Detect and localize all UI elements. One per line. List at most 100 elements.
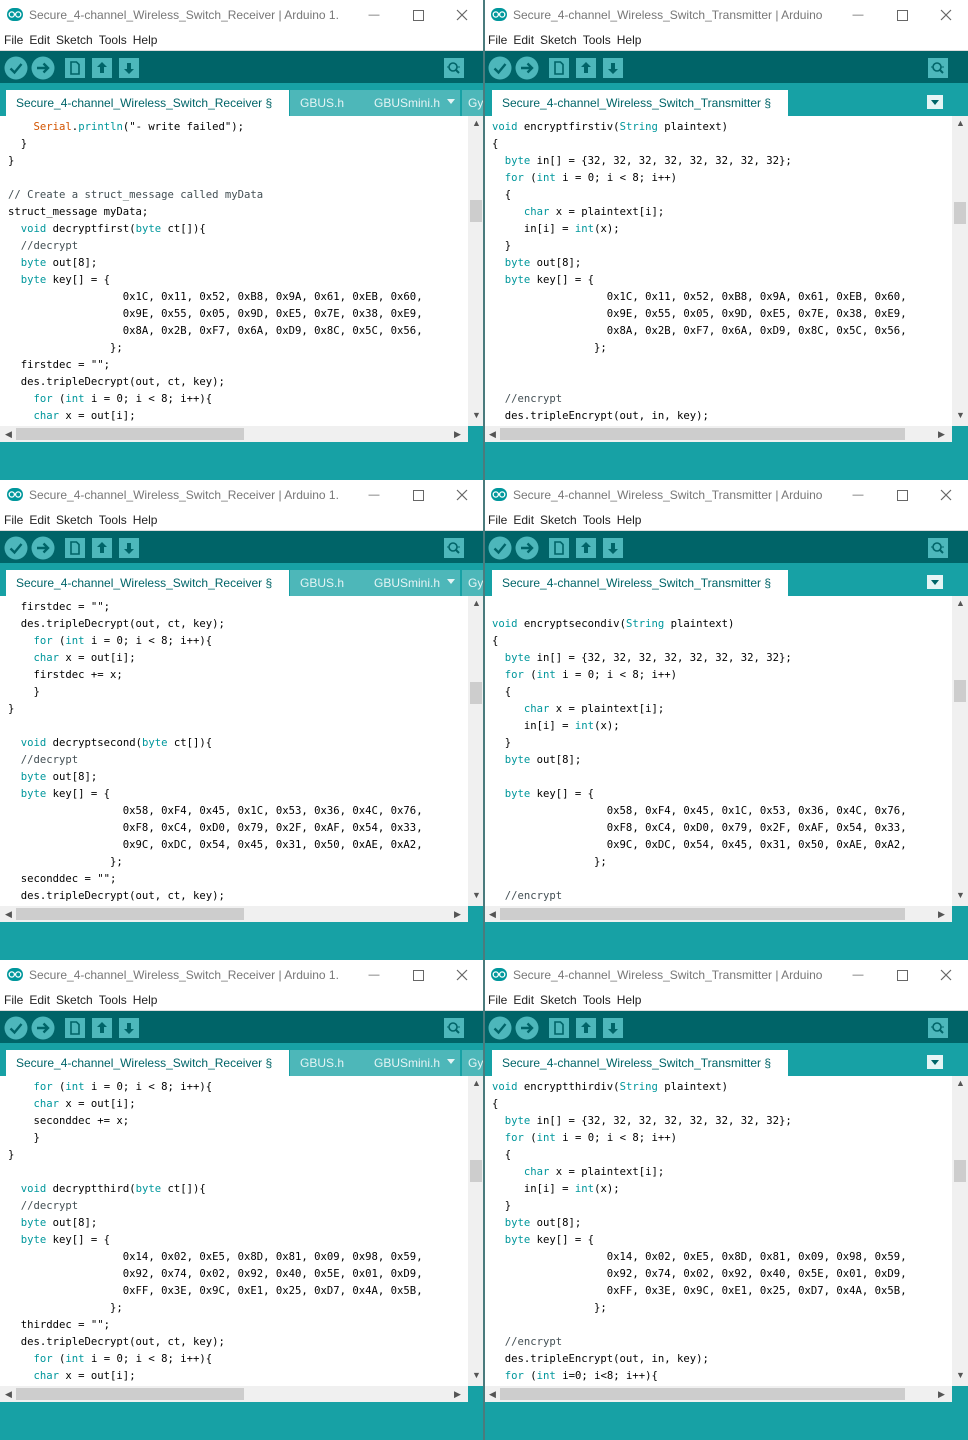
serial-monitor-button[interactable] — [928, 538, 950, 558]
scroll-up-arrow-icon[interactable]: ▲ — [956, 118, 965, 128]
scroll-up-arrow-icon[interactable]: ▲ — [956, 1078, 965, 1088]
scroll-right-arrow-icon[interactable]: ▶ — [938, 429, 945, 440]
menu-tools[interactable]: Tools — [95, 510, 129, 527]
new-sketch-button[interactable] — [549, 58, 569, 78]
vertical-scroll-thumb[interactable] — [470, 1160, 482, 1182]
menu-tools[interactable]: Tools — [579, 990, 613, 1007]
tab-gbus-h[interactable]: GBUS.h — [290, 1050, 368, 1077]
horizontal-scrollbar[interactable]: ◀ ▶ — [0, 1386, 468, 1402]
upload-button[interactable] — [31, 1016, 55, 1040]
verify-button[interactable] — [4, 56, 28, 80]
scroll-right-arrow-icon[interactable]: ▶ — [454, 909, 461, 920]
scroll-up-arrow-icon[interactable]: ▲ — [472, 598, 481, 608]
tab-menu-dropdown-icon[interactable] — [443, 95, 459, 109]
scroll-down-arrow-icon[interactable]: ▼ — [956, 1370, 965, 1380]
horizontal-scroll-thumb[interactable] — [16, 908, 244, 920]
tab-main-sketch[interactable]: Secure_4-channel_Wireless_Switch_Transmi… — [492, 90, 788, 117]
menu-sketch[interactable]: Sketch — [536, 990, 579, 1007]
menu-edit[interactable]: Edit — [509, 510, 536, 527]
menu-help[interactable]: Help — [613, 30, 644, 47]
close-button[interactable] — [936, 485, 956, 505]
horizontal-scroll-thumb[interactable] — [500, 428, 905, 440]
verify-button[interactable] — [488, 1016, 512, 1040]
scroll-down-arrow-icon[interactable]: ▼ — [472, 1370, 481, 1380]
scroll-right-arrow-icon[interactable]: ▶ — [938, 1389, 945, 1400]
minimize-button[interactable]: — — [848, 965, 868, 985]
vertical-scrollbar[interactable]: ▲ ▼ — [952, 596, 968, 906]
close-button[interactable] — [452, 965, 472, 985]
serial-monitor-button[interactable] — [928, 58, 950, 78]
tab-main-sketch[interactable]: Secure_4-channel_Wireless_Switch_Transmi… — [492, 570, 788, 597]
save-button[interactable] — [119, 1018, 139, 1038]
close-button[interactable] — [936, 5, 956, 25]
code-editor[interactable]: Serial.println("- write failed"); }} // … — [0, 116, 484, 426]
scroll-right-arrow-icon[interactable]: ▶ — [454, 429, 461, 440]
close-button[interactable] — [452, 485, 472, 505]
menu-edit[interactable]: Edit — [25, 510, 52, 527]
open-button[interactable] — [576, 58, 596, 78]
tab-gy[interactable]: Gy — [462, 1050, 484, 1077]
menu-file[interactable]: File — [484, 990, 509, 1007]
horizontal-scroll-thumb[interactable] — [500, 908, 905, 920]
menu-help[interactable]: Help — [129, 510, 160, 527]
save-button[interactable] — [603, 58, 623, 78]
open-button[interactable] — [576, 538, 596, 558]
minimize-button[interactable]: — — [848, 485, 868, 505]
maximize-button[interactable] — [892, 5, 912, 25]
scroll-left-arrow-icon[interactable]: ◀ — [5, 1389, 12, 1400]
tab-secure-4-channel-wireless-switch-receiver[interactable]: Secure_4-channel_Wireless_Switch_Receive… — [6, 1050, 289, 1077]
maximize-button[interactable] — [408, 965, 428, 985]
tab-main-sketch[interactable]: Secure_4-channel_Wireless_Switch_Transmi… — [492, 1050, 788, 1077]
menu-file[interactable]: File — [0, 30, 25, 47]
maximize-button[interactable] — [408, 5, 428, 25]
vertical-scrollbar[interactable]: ▲ ▼ — [468, 1076, 484, 1386]
menu-tools[interactable]: Tools — [579, 30, 613, 47]
upload-button[interactable] — [515, 536, 539, 560]
minimize-button[interactable]: — — [364, 5, 384, 25]
new-sketch-button[interactable] — [549, 1018, 569, 1038]
tab-gy[interactable]: Gy — [462, 90, 484, 117]
verify-button[interactable] — [4, 536, 28, 560]
menu-help[interactable]: Help — [129, 30, 160, 47]
code-editor[interactable]: firstdec = ""; des.tripleDecrypt(out, ct… — [0, 596, 484, 906]
serial-monitor-button[interactable] — [444, 1018, 466, 1038]
vertical-scrollbar[interactable]: ▲ ▼ — [952, 1076, 968, 1386]
menu-sketch[interactable]: Sketch — [52, 990, 95, 1007]
menu-help[interactable]: Help — [129, 990, 160, 1007]
new-sketch-button[interactable] — [65, 538, 85, 558]
vertical-scroll-thumb[interactable] — [954, 680, 966, 702]
vertical-scrollbar[interactable]: ▲ ▼ — [952, 116, 968, 426]
open-button[interactable] — [92, 58, 112, 78]
horizontal-scroll-thumb[interactable] — [500, 1388, 905, 1400]
menu-tools[interactable]: Tools — [95, 30, 129, 47]
new-sketch-button[interactable] — [65, 1018, 85, 1038]
maximize-button[interactable] — [408, 485, 428, 505]
maximize-button[interactable] — [892, 485, 912, 505]
horizontal-scrollbar[interactable]: ◀ ▶ — [484, 1386, 952, 1402]
horizontal-scrollbar[interactable]: ◀ ▶ — [484, 906, 952, 922]
code-editor[interactable]: for (int i = 0; i < 8; i++){ char x = ou… — [0, 1076, 484, 1386]
tab-menu-dropdown-icon[interactable] — [927, 575, 943, 589]
scroll-up-arrow-icon[interactable]: ▲ — [472, 118, 481, 128]
new-sketch-button[interactable] — [549, 538, 569, 558]
close-button[interactable] — [936, 965, 956, 985]
tab-secure-4-channel-wireless-switch-receiver[interactable]: Secure_4-channel_Wireless_Switch_Receive… — [6, 90, 289, 117]
scroll-down-arrow-icon[interactable]: ▼ — [472, 890, 481, 900]
code-editor[interactable]: void encryptsecondiv(String plaintext){ … — [484, 596, 968, 906]
close-button[interactable] — [452, 5, 472, 25]
serial-monitor-button[interactable] — [444, 58, 466, 78]
save-button[interactable] — [603, 538, 623, 558]
scroll-right-arrow-icon[interactable]: ▶ — [454, 1389, 461, 1400]
scroll-down-arrow-icon[interactable]: ▼ — [956, 410, 965, 420]
menu-help[interactable]: Help — [613, 510, 644, 527]
scroll-left-arrow-icon[interactable]: ◀ — [5, 429, 12, 440]
new-sketch-button[interactable] — [65, 58, 85, 78]
scroll-up-arrow-icon[interactable]: ▲ — [472, 1078, 481, 1088]
scroll-up-arrow-icon[interactable]: ▲ — [956, 598, 965, 608]
scroll-left-arrow-icon[interactable]: ◀ — [489, 1389, 496, 1400]
menu-file[interactable]: File — [484, 510, 509, 527]
scroll-down-arrow-icon[interactable]: ▼ — [956, 890, 965, 900]
menu-edit[interactable]: Edit — [509, 30, 536, 47]
menu-edit[interactable]: Edit — [509, 990, 536, 1007]
scroll-left-arrow-icon[interactable]: ◀ — [489, 429, 496, 440]
